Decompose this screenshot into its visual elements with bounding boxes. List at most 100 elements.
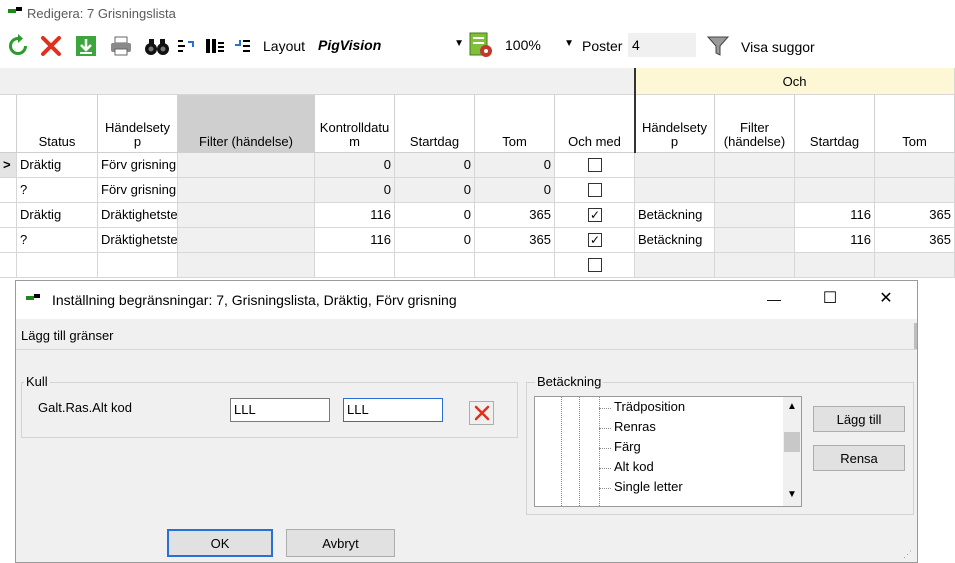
column-header[interactable]: Händelsety p [635, 95, 715, 153]
table-cell[interactable] [875, 153, 955, 178]
table-cell[interactable] [315, 253, 395, 278]
table-cell[interactable]: 0 [395, 203, 475, 228]
table-cell[interactable] [395, 253, 475, 278]
table-cell[interactable]: Dräktighetste [98, 203, 178, 228]
column-header[interactable]: Startdag [395, 95, 475, 153]
table-cell[interactable]: 116 [795, 203, 875, 228]
expand-icon[interactable] [176, 36, 196, 56]
show-sows-button[interactable]: Visa suggor [741, 39, 815, 55]
table-cell[interactable] [795, 153, 875, 178]
print-icon[interactable] [108, 33, 134, 59]
table-cell[interactable]: ? [17, 228, 98, 253]
table-cell[interactable] [715, 228, 795, 253]
column-header[interactable]: Status [17, 95, 98, 153]
table-cell[interactable]: Förv grisning [98, 178, 178, 203]
tree-item[interactable]: Renras [614, 419, 656, 434]
columns-icon[interactable] [204, 36, 226, 56]
column-header[interactable]: Filter (händelse) [178, 95, 315, 153]
clear-button[interactable]: Rensa [813, 445, 905, 471]
table-cell[interactable]: 116 [315, 203, 395, 228]
table-cell[interactable]: 365 [475, 228, 555, 253]
add-button[interactable]: Lägg till [813, 406, 905, 432]
scrollbar-thumb[interactable] [784, 432, 800, 452]
table-cell[interactable] [635, 153, 715, 178]
och-med-checkbox[interactable]: ✓ [588, 233, 602, 247]
row-header[interactable] [0, 253, 17, 278]
table-cell[interactable]: 365 [875, 228, 955, 253]
table-cell[interactable]: 0 [395, 228, 475, 253]
table-cell[interactable]: Betäckning [635, 203, 715, 228]
settings-icon[interactable] [467, 31, 495, 59]
row-header[interactable] [0, 178, 17, 203]
table-cell[interactable] [715, 153, 795, 178]
och-med-checkbox[interactable] [588, 158, 602, 172]
och-med-checkbox[interactable]: ✓ [588, 208, 602, 222]
table-cell[interactable] [795, 178, 875, 203]
table-cell[interactable]: 116 [315, 228, 395, 253]
chevron-up-icon[interactable]: ▲ [787, 401, 797, 412]
table-cell[interactable]: 0 [395, 153, 475, 178]
row-header[interactable] [0, 228, 17, 253]
column-header[interactable]: Filter (händelse) [715, 95, 795, 153]
kull-value-field-1[interactable]: LLL [230, 398, 330, 422]
delete-icon[interactable] [38, 33, 64, 59]
och-med-checkbox[interactable] [588, 183, 602, 197]
row-header[interactable] [0, 203, 17, 228]
minimize-button[interactable]: — [762, 287, 786, 311]
column-header[interactable]: Startdag [795, 95, 875, 153]
table-cell[interactable]: Dräktig [17, 153, 98, 178]
download-icon[interactable] [73, 33, 99, 59]
resize-grip-icon[interactable]: ⋰ [903, 549, 912, 560]
column-header[interactable]: Tom [875, 95, 955, 153]
row-header[interactable]: > [0, 153, 17, 178]
table-cell[interactable] [795, 253, 875, 278]
table-cell[interactable]: 0 [315, 153, 395, 178]
tree-item[interactable]: Färg [614, 439, 641, 454]
tree-item[interactable]: Trädposition [614, 399, 685, 414]
chevron-down-icon[interactable]: ▼ [787, 489, 797, 500]
table-cell[interactable]: Betäckning [635, 228, 715, 253]
table-cell[interactable] [178, 253, 315, 278]
table-cell[interactable] [178, 153, 315, 178]
table-cell[interactable]: 0 [315, 178, 395, 203]
table-cell[interactable] [635, 178, 715, 203]
poster-count-field[interactable]: 4 [628, 33, 696, 57]
maximize-button[interactable]: ☐ [818, 287, 842, 311]
table-cell[interactable]: 0 [475, 153, 555, 178]
table-cell[interactable] [178, 203, 315, 228]
ok-button[interactable]: OK [167, 529, 273, 557]
table-cell[interactable]: Dräktighetste [98, 228, 178, 253]
table-cell[interactable] [17, 253, 98, 278]
table-cell[interactable] [98, 253, 178, 278]
table-cell[interactable] [178, 178, 315, 203]
column-header[interactable]: Och med [555, 95, 635, 153]
betackning-tree[interactable]: Trädposition Renras Färg Alt kod Single lett… [534, 396, 802, 507]
clear-kull-button[interactable] [469, 401, 494, 425]
table-cell[interactable]: 365 [875, 203, 955, 228]
table-cell[interactable]: 116 [795, 228, 875, 253]
column-header[interactable]: Tom [475, 95, 555, 153]
cancel-button[interactable]: Avbryt [286, 529, 395, 557]
och-med-checkbox[interactable] [588, 258, 602, 272]
tree-item[interactable]: Alt kod [614, 459, 654, 474]
table-cell[interactable]: Dräktig [17, 203, 98, 228]
tree-item[interactable]: Single letter [614, 479, 683, 494]
table-cell[interactable] [875, 178, 955, 203]
table-cell[interactable]: 0 [395, 178, 475, 203]
tree-scrollbar[interactable]: ▲ ▼ [783, 397, 801, 506]
table-cell[interactable]: ? [17, 178, 98, 203]
table-cell[interactable] [715, 178, 795, 203]
table-cell[interactable] [715, 253, 795, 278]
kull-value-field-2[interactable]: LLL [343, 398, 443, 422]
filter-icon[interactable] [706, 34, 730, 58]
zoom-select[interactable]: 100% ▼ [502, 34, 576, 56]
layout-select[interactable]: PigVision ▼ [316, 34, 466, 56]
table-cell[interactable] [715, 203, 795, 228]
close-button[interactable]: ✕ [874, 287, 898, 311]
refresh-icon[interactable] [5, 33, 31, 59]
table-cell[interactable] [475, 253, 555, 278]
table-cell[interactable]: 0 [475, 178, 555, 203]
table-cell[interactable]: 365 [475, 203, 555, 228]
table-cell[interactable]: Förv grisning [98, 153, 178, 178]
binoculars-icon[interactable] [142, 33, 172, 59]
